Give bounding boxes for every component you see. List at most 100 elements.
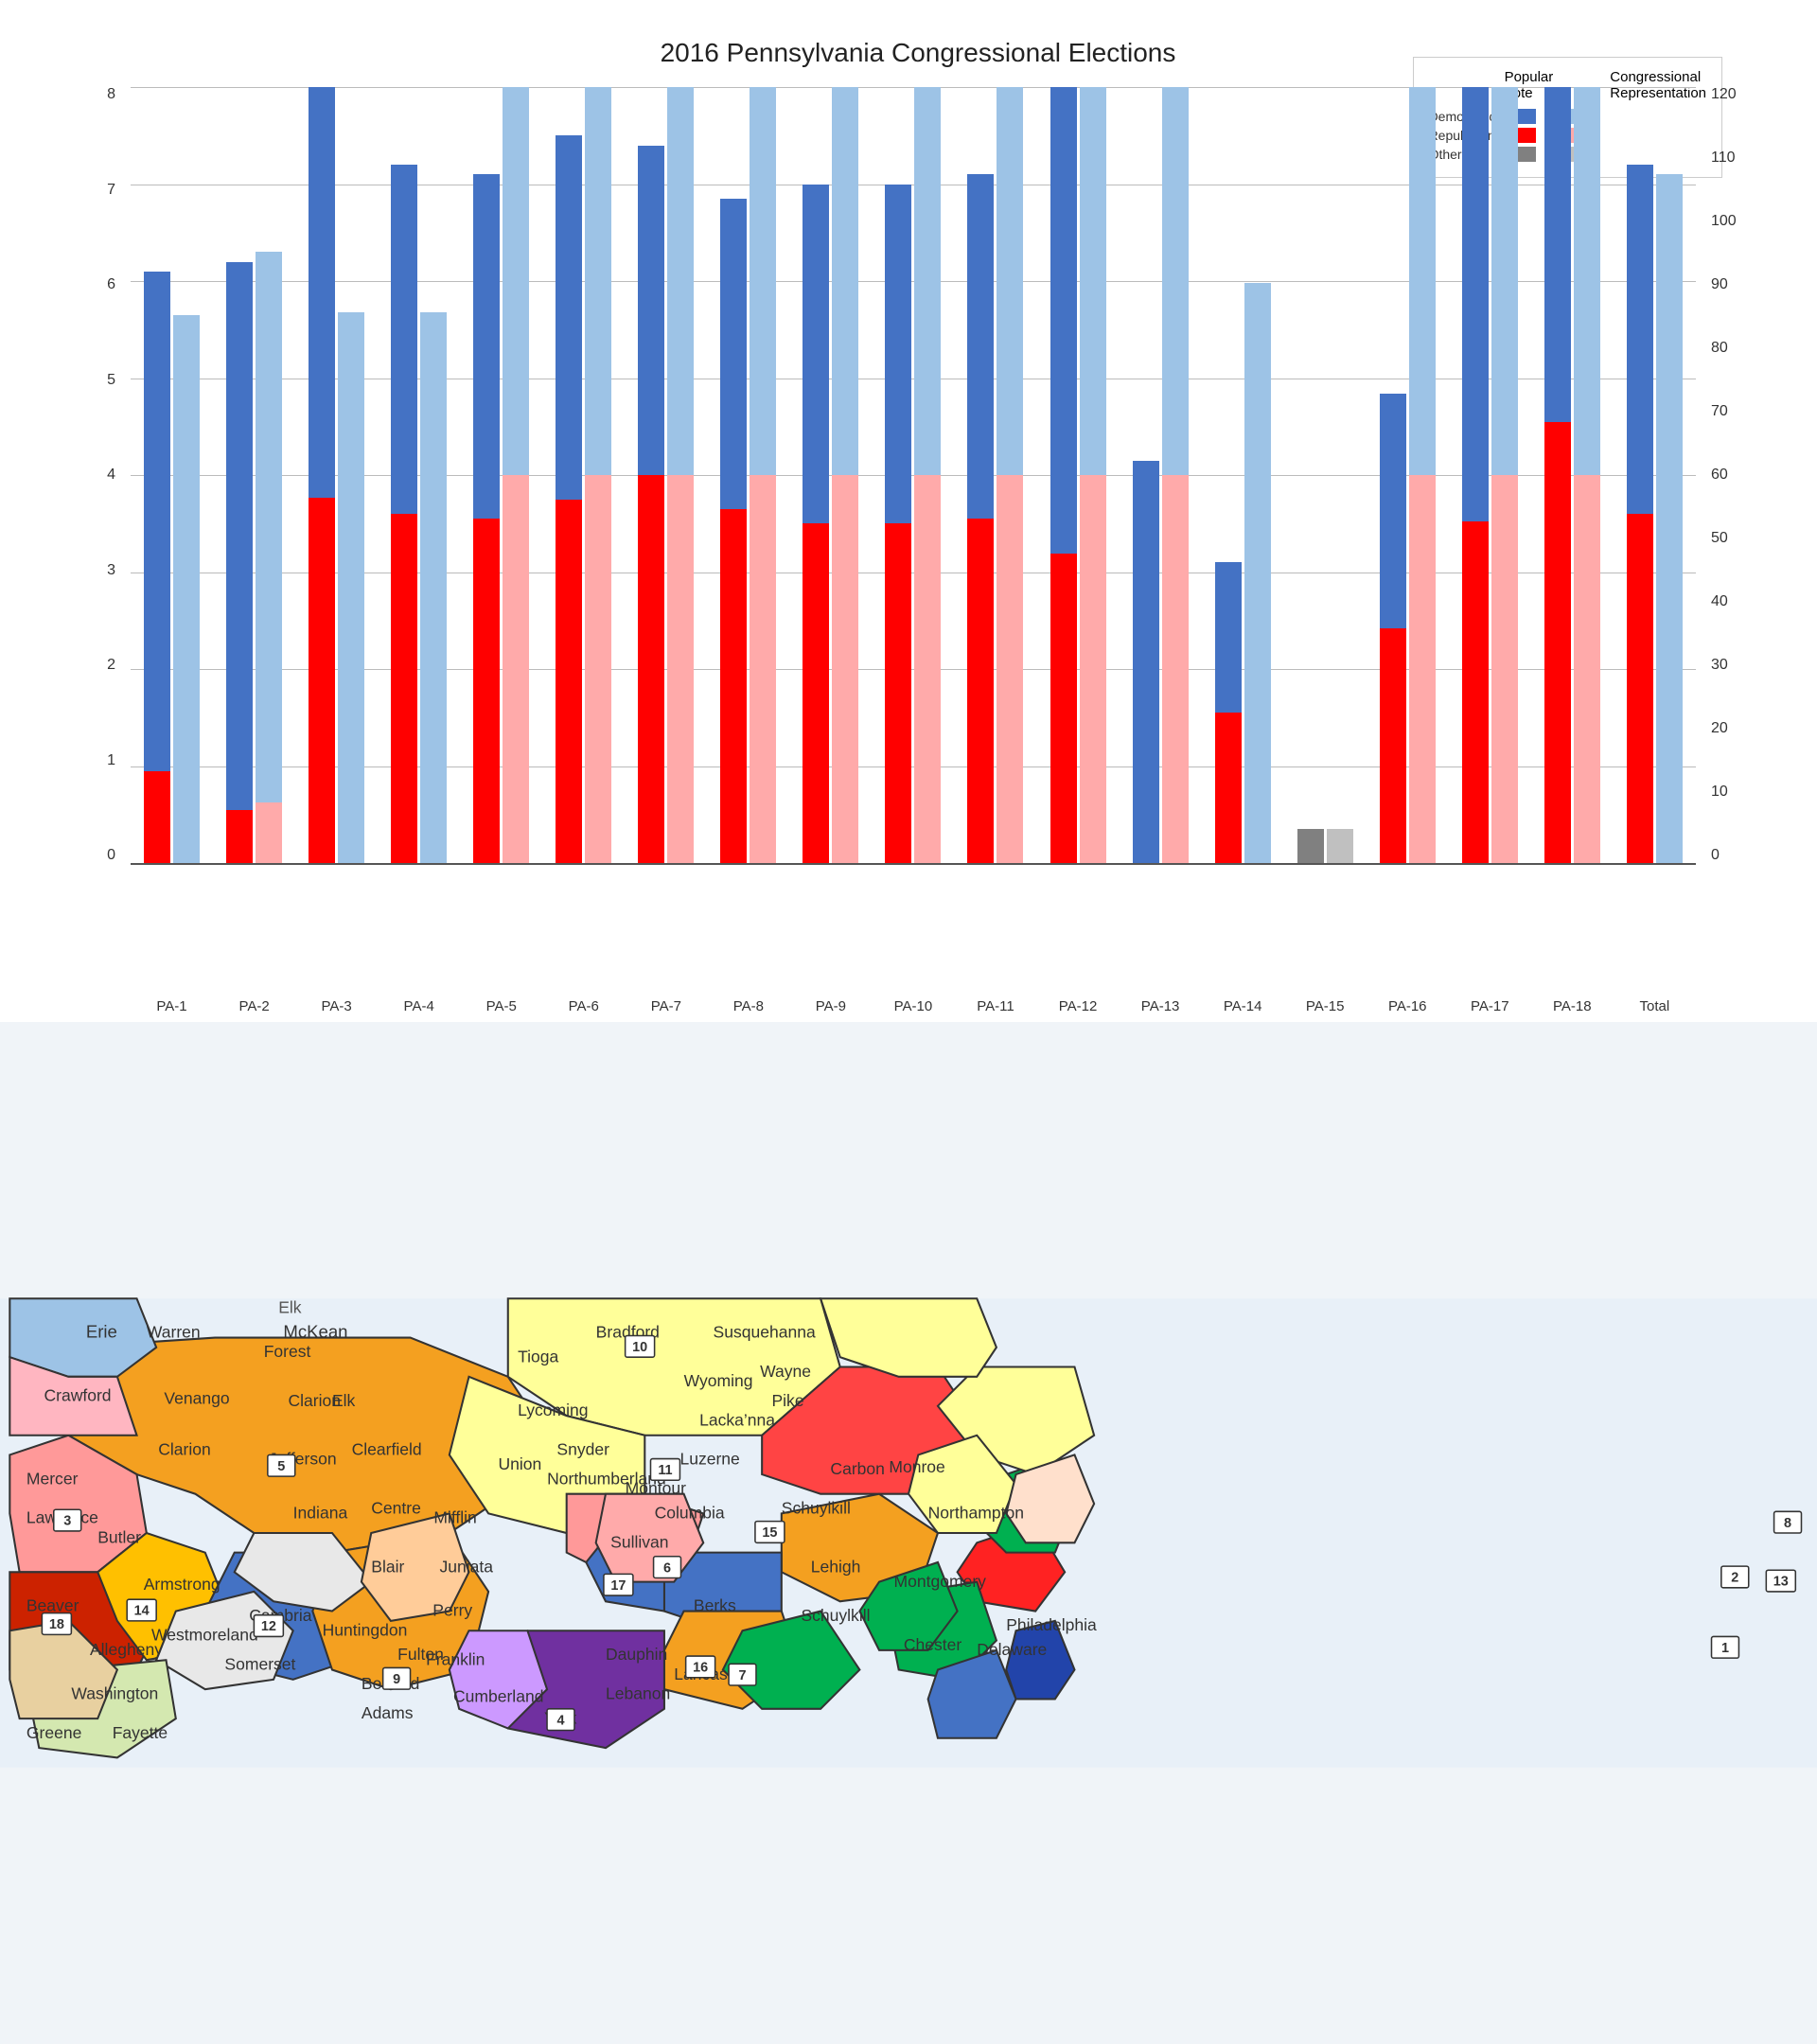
x-label-PA-18: PA-18 [1531,998,1614,1014]
rep-bar-PA-2 [256,87,282,863]
huntingdon-label: Huntingdon [323,1620,408,1639]
y-tick-right-100: 100 [1711,214,1737,229]
montgomery-label: Montgomery [894,1572,987,1591]
vote-bar-PA-3 [309,87,335,863]
district-group-PA-7 [625,87,707,863]
rep-bar-PA-4 [420,87,447,863]
rep-bar-PA-9 [832,87,858,863]
x-label-PA-10: PA-10 [872,998,954,1014]
forest-label: Forest [264,1342,311,1361]
y-tick-3: 3 [107,563,115,578]
schuylkill-label: Schuylkill [801,1606,870,1625]
dauphin-label: Dauphin [606,1645,667,1664]
snyder-label: Snyder [556,1439,609,1458]
district-group-PA-1 [131,87,213,863]
bars-container [131,87,1696,863]
monroe-label: Monroe [889,1457,944,1476]
x-label-PA-5: PA-5 [460,998,542,1014]
cumberland-label: Cumberland [453,1687,543,1706]
y-tick-6: 6 [107,277,115,292]
vote-bar-PA-5 [473,87,500,863]
schuylkill2-label: Schuylkill [782,1498,851,1517]
district-13-badge: 13 [1773,1575,1789,1590]
district-group-PA-8 [707,87,789,863]
perry-label: Perry [432,1601,472,1620]
x-label-PA-6: PA-6 [542,998,625,1014]
x-label-PA-4: PA-4 [378,998,460,1014]
venango-label: Venango [164,1389,229,1408]
y-tick-right-10: 10 [1711,784,1728,800]
vote-bar-PA-12 [1050,87,1077,863]
y-tick-4: 4 [107,467,115,483]
washington-label: Washington [71,1683,158,1702]
y-tick-7: 7 [107,183,115,198]
armstrong-label: Armstrong [144,1575,221,1594]
vote-bar-PA-18 [1544,87,1571,863]
somerset-label: Somerset [224,1655,295,1674]
y-tick-right-120: 120 [1711,87,1737,102]
district-group-PA-10 [872,87,954,863]
adams-label: Adams [362,1703,414,1722]
sullivan-label: Sullivan [610,1532,668,1551]
franklin-label: Franklin [426,1649,485,1668]
y-tick-right-60: 60 [1711,467,1728,483]
rep-bar-PA-12 [1080,87,1106,863]
clarion-label: Clarion [158,1439,211,1458]
philadelphia-label: Philadelphia [1006,1615,1097,1634]
y-tick-right-30: 30 [1711,658,1728,673]
chart-inner: PA-1PA-2PA-3PA-4PA-5PA-6PA-7PA-8PA-9PA-1… [131,87,1696,958]
y-tick-right-40: 40 [1711,594,1728,609]
vote-bar-PA-14 [1215,87,1242,863]
district-14-badge: 14 [134,1604,150,1619]
erie-label: Erie [86,1322,117,1342]
district-5-badge: 5 [277,1459,285,1474]
delaware-label: Delaware [977,1640,1047,1659]
vote-bar-PA-13 [1133,87,1159,863]
vote-bar-PA-6 [556,87,582,863]
indiana-label: Indiana [293,1504,348,1523]
x-label-PA-16: PA-16 [1367,998,1449,1014]
juniata-label: Juniata [440,1557,494,1576]
y-tick-0: 0 [107,848,115,863]
rep-bar-PA-15 [1327,87,1353,863]
y-tick-2: 2 [107,658,115,673]
tioga-label: Tioga [518,1347,558,1366]
westmoreland-label: Westmoreland [151,1626,258,1645]
x-label-PA-9: PA-9 [789,998,872,1014]
y-tick-5: 5 [107,373,115,388]
vote-bar-PA-1 [144,87,170,863]
union-label: Union [498,1454,541,1473]
mifflin-label: Mifflin [433,1508,476,1527]
y-tick-right-70: 70 [1711,404,1728,419]
vote-bar-PA-7 [638,87,664,863]
rep-bar-PA-14 [1244,87,1271,863]
pike-label: Pike [771,1391,803,1410]
x-label-PA-3: PA-3 [295,998,378,1014]
rep-bar-Total [1656,87,1683,863]
lebanon-label: Lebanon [606,1683,670,1702]
vote-bar-PA-17 [1462,87,1489,863]
rep-bar-PA-8 [750,87,776,863]
district-group-PA-12 [1037,87,1120,863]
berks-label: Berks [694,1596,736,1615]
x-label-Total: Total [1614,998,1696,1014]
district-9-badge: 9 [393,1672,400,1687]
rep-bar-PA-5 [503,87,529,863]
district-group-Total [1614,87,1696,863]
chart-section: 2016 Pennsylvania Congressional Election… [0,0,1817,1022]
blair-label: Blair [371,1557,404,1576]
vote-bar-PA-8 [720,87,747,863]
rep-bar-PA-3 [338,87,364,863]
x-label-PA-7: PA-7 [625,998,707,1014]
x-label-PA-12: PA-12 [1037,998,1120,1014]
district-3-badge: 3 [63,1514,71,1529]
vote-bar-PA-2 [226,87,253,863]
grid-line-0 [131,863,1696,865]
vote-bar-Total [1627,87,1653,863]
wayne-label: Wayne [760,1362,811,1381]
district-18-badge: 18 [49,1617,64,1632]
rep-bar-PA-17 [1491,87,1518,863]
district-group-PA-13 [1120,87,1202,863]
warren-label: Warren [147,1323,201,1342]
columbia-label: Columbia [655,1504,725,1523]
